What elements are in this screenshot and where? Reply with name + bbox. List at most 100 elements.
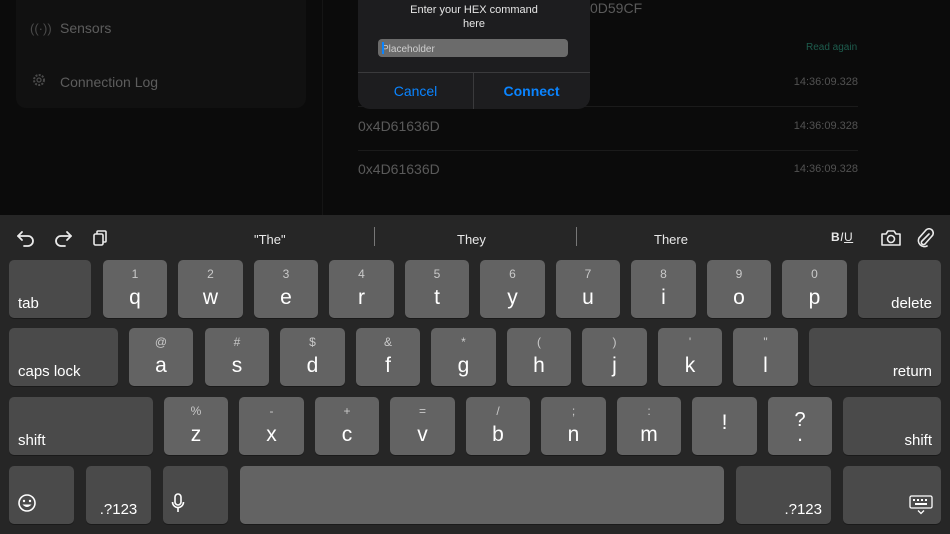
dictation-key[interactable] — [163, 466, 228, 524]
key-t[interactable]: 5t — [405, 260, 469, 318]
suggestion-2[interactable]: They — [457, 232, 486, 247]
sidebar-item-connection-log[interactable]: Connection Log — [30, 72, 158, 91]
space-bar[interactable] — [240, 466, 724, 524]
key-char: p — [808, 286, 821, 309]
log-header-value: 0D59CF — [590, 0, 643, 16]
key-char: d — [306, 354, 319, 377]
numbers-key-left[interactable]: .?123 — [86, 466, 151, 524]
text-cursor — [382, 42, 384, 54]
log-time: 14:36:09.328 — [793, 76, 858, 88]
key-char: l — [763, 354, 768, 377]
key-char: i — [661, 286, 666, 309]
paste-icon[interactable] — [89, 227, 111, 249]
text-format-button[interactable]: BIU — [831, 230, 853, 244]
emoji-key[interactable] — [9, 466, 74, 524]
key-char: k — [684, 354, 696, 377]
shift-label: shift — [18, 432, 46, 449]
sidebar-item-sensors[interactable]: ((·)) Sensors — [30, 20, 111, 36]
key-g[interactable]: * g — [431, 328, 496, 386]
key-f[interactable]: & f — [356, 328, 420, 386]
key-q[interactable]: 1q — [103, 260, 167, 318]
key-v[interactable]: = v — [390, 397, 455, 455]
return-label: return — [892, 363, 932, 380]
log-time: 14:36:09.328 — [793, 163, 858, 175]
connect-button[interactable]: Connect — [474, 72, 589, 109]
read-again-link[interactable]: Read again — [806, 42, 857, 53]
row-divider — [358, 150, 858, 151]
hex-command-input[interactable] — [378, 40, 568, 59]
numbers-label: .?123 — [784, 501, 822, 518]
key-r[interactable]: 4r — [329, 260, 394, 318]
redo-icon[interactable] — [52, 227, 74, 249]
key-char: z — [190, 423, 202, 446]
key-b[interactable]: / b — [466, 397, 530, 455]
app-background: ((·)) Sensors Connection Log 0D59CF Read… — [0, 0, 950, 215]
key-x[interactable]: -x — [239, 397, 304, 455]
numbers-key-right[interactable]: .?123 — [736, 466, 831, 524]
key-exclamation[interactable]: ! — [692, 397, 757, 455]
key-k[interactable]: ' k — [658, 328, 722, 386]
gear-icon — [30, 72, 48, 91]
camera-icon[interactable] — [880, 227, 902, 249]
delete-key[interactable]: delete — [858, 260, 941, 318]
key-d[interactable]: $ d — [280, 328, 345, 386]
key-hint: ; — [571, 404, 576, 418]
tab-label: tab — [18, 295, 39, 312]
bold-label: B — [831, 230, 841, 244]
undo-icon[interactable] — [15, 227, 37, 249]
key-hint: $ — [309, 335, 316, 349]
key-char: ! — [721, 411, 728, 434]
key-char: c — [341, 423, 353, 446]
sidebar-item-label: Connection Log — [60, 73, 159, 90]
key-hint: 5 — [433, 267, 441, 281]
key-char: q — [129, 286, 141, 309]
key-hint: ( — [537, 335, 541, 349]
dialog-message: Enter your HEX command here — [410, 4, 538, 30]
return-key[interactable]: return — [809, 328, 941, 386]
key-char: . — [797, 423, 803, 446]
key-z[interactable]: % z — [164, 397, 228, 455]
key-m[interactable]: :m — [617, 397, 681, 455]
hide-keyboard-key[interactable] — [843, 466, 941, 524]
key-y[interactable]: 6y — [480, 260, 545, 318]
caps-lock-key[interactable]: caps lock — [9, 328, 118, 386]
suggestion-divider — [576, 227, 577, 246]
key-hint: # — [233, 335, 241, 349]
shift-label: shift — [904, 432, 932, 449]
key-hint: 4 — [358, 267, 365, 281]
key-n[interactable]: ; n — [541, 397, 606, 455]
key-j[interactable]: ) j — [582, 328, 647, 386]
sidebar — [16, 0, 306, 108]
paperclip-icon[interactable] — [914, 227, 936, 249]
suggestion-divider — [374, 227, 375, 246]
shift-left-key[interactable]: shift — [9, 397, 153, 455]
key-w[interactable]: 2w — [178, 260, 243, 318]
suggestion-3[interactable]: There — [654, 232, 688, 247]
key-i[interactable]: 8i — [631, 260, 696, 318]
key-char: r — [358, 286, 365, 309]
hex-command-field[interactable] — [378, 39, 568, 59]
key-e[interactable]: 3e — [254, 260, 318, 318]
key-char: x — [266, 423, 277, 446]
key-p[interactable]: 0p — [782, 260, 847, 318]
key-char: j — [612, 354, 617, 377]
key-h[interactable]: (h — [507, 328, 571, 386]
hex-command-dialog: Enter your HEX command here Cancel Conne… — [358, 0, 590, 109]
key-question-period[interactable]: ?. — [768, 397, 832, 455]
delete-label: delete — [891, 295, 932, 312]
key-hint: + — [343, 404, 351, 418]
key-a[interactable]: @ a — [129, 328, 193, 386]
key-s[interactable]: # s — [205, 328, 269, 386]
tab-key[interactable]: tab — [9, 260, 91, 318]
key-c[interactable]: + c — [315, 397, 379, 455]
key-hint: 6 — [509, 267, 516, 281]
key-o[interactable]: 9o — [707, 260, 771, 318]
key-l[interactable]: " l — [733, 328, 798, 386]
key-char: n — [567, 423, 580, 446]
cancel-button[interactable]: Cancel — [358, 72, 473, 109]
shift-right-key[interactable]: shift — [843, 397, 941, 455]
key-u[interactable]: 7u — [556, 260, 620, 318]
key-hint: 0 — [811, 267, 818, 281]
suggestion-1[interactable]: "The" — [254, 232, 286, 247]
key-hint: / — [496, 404, 500, 418]
